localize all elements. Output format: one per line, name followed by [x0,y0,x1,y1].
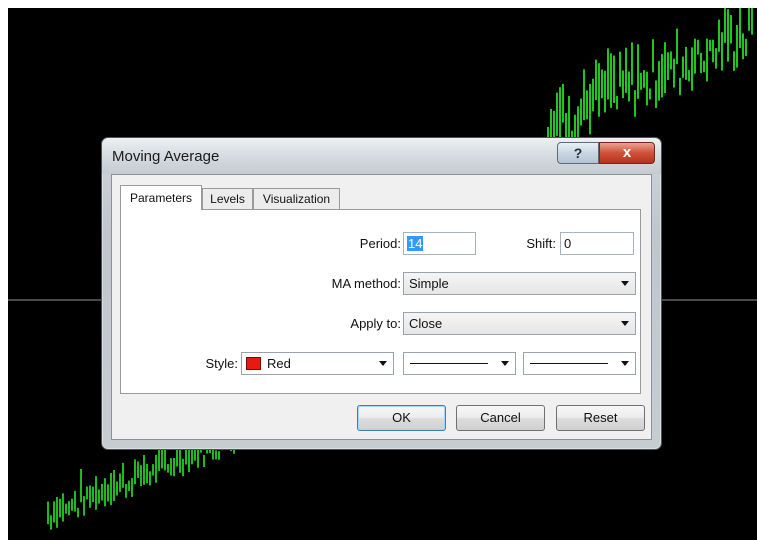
parameters-panel: Period: 14 Shift: 0 MA method: Simple Ap… [120,209,641,394]
line-style-select[interactable] [403,352,516,375]
ma-method-label: MA method: [331,276,401,291]
line-style-sample [410,363,488,364]
line-width-sample [530,363,608,364]
help-button[interactable]: ? [557,142,599,164]
style-color-select[interactable]: Red [241,352,394,375]
title-bar[interactable]: Moving Average ? x [102,138,661,174]
tab-parameters[interactable]: Parameters [120,185,202,210]
close-button[interactable]: x [599,142,655,164]
dialog-title: Moving Average [112,148,220,165]
style-color-name: Red [267,356,291,371]
apply-to-label: Apply to: [350,316,401,331]
chevron-down-icon [621,321,629,326]
close-icon: x [622,144,632,161]
style-label: Style: [205,356,238,371]
period-label: Period: [359,236,401,251]
ma-method-value: Simple [409,276,449,291]
shift-input[interactable]: 0 [560,232,634,255]
color-swatch [246,357,261,370]
period-input[interactable]: 14 [403,232,476,255]
apply-to-select[interactable]: Close [403,312,636,335]
moving-average-dialog: Moving Average ? x Parameters Levels Vis… [101,137,662,450]
ok-button[interactable]: OK [357,405,446,431]
tab-visualization[interactable]: Visualization [253,188,340,209]
tab-levels[interactable]: Levels [202,188,253,209]
reset-button[interactable]: Reset [556,405,645,431]
chevron-down-icon [501,361,509,366]
cancel-button[interactable]: Cancel [456,405,545,431]
chevron-down-icon [621,281,629,286]
ma-method-select[interactable]: Simple [403,272,636,295]
chevron-down-icon [621,361,629,366]
line-width-select[interactable] [523,352,636,375]
chevron-down-icon [379,361,387,366]
shift-value: 0 [564,236,572,251]
period-value: 14 [407,236,424,251]
shift-label: Shift: [526,236,556,251]
apply-to-value: Close [409,316,443,331]
dialog-client-area: Parameters Levels Visualization Period: … [111,174,652,440]
